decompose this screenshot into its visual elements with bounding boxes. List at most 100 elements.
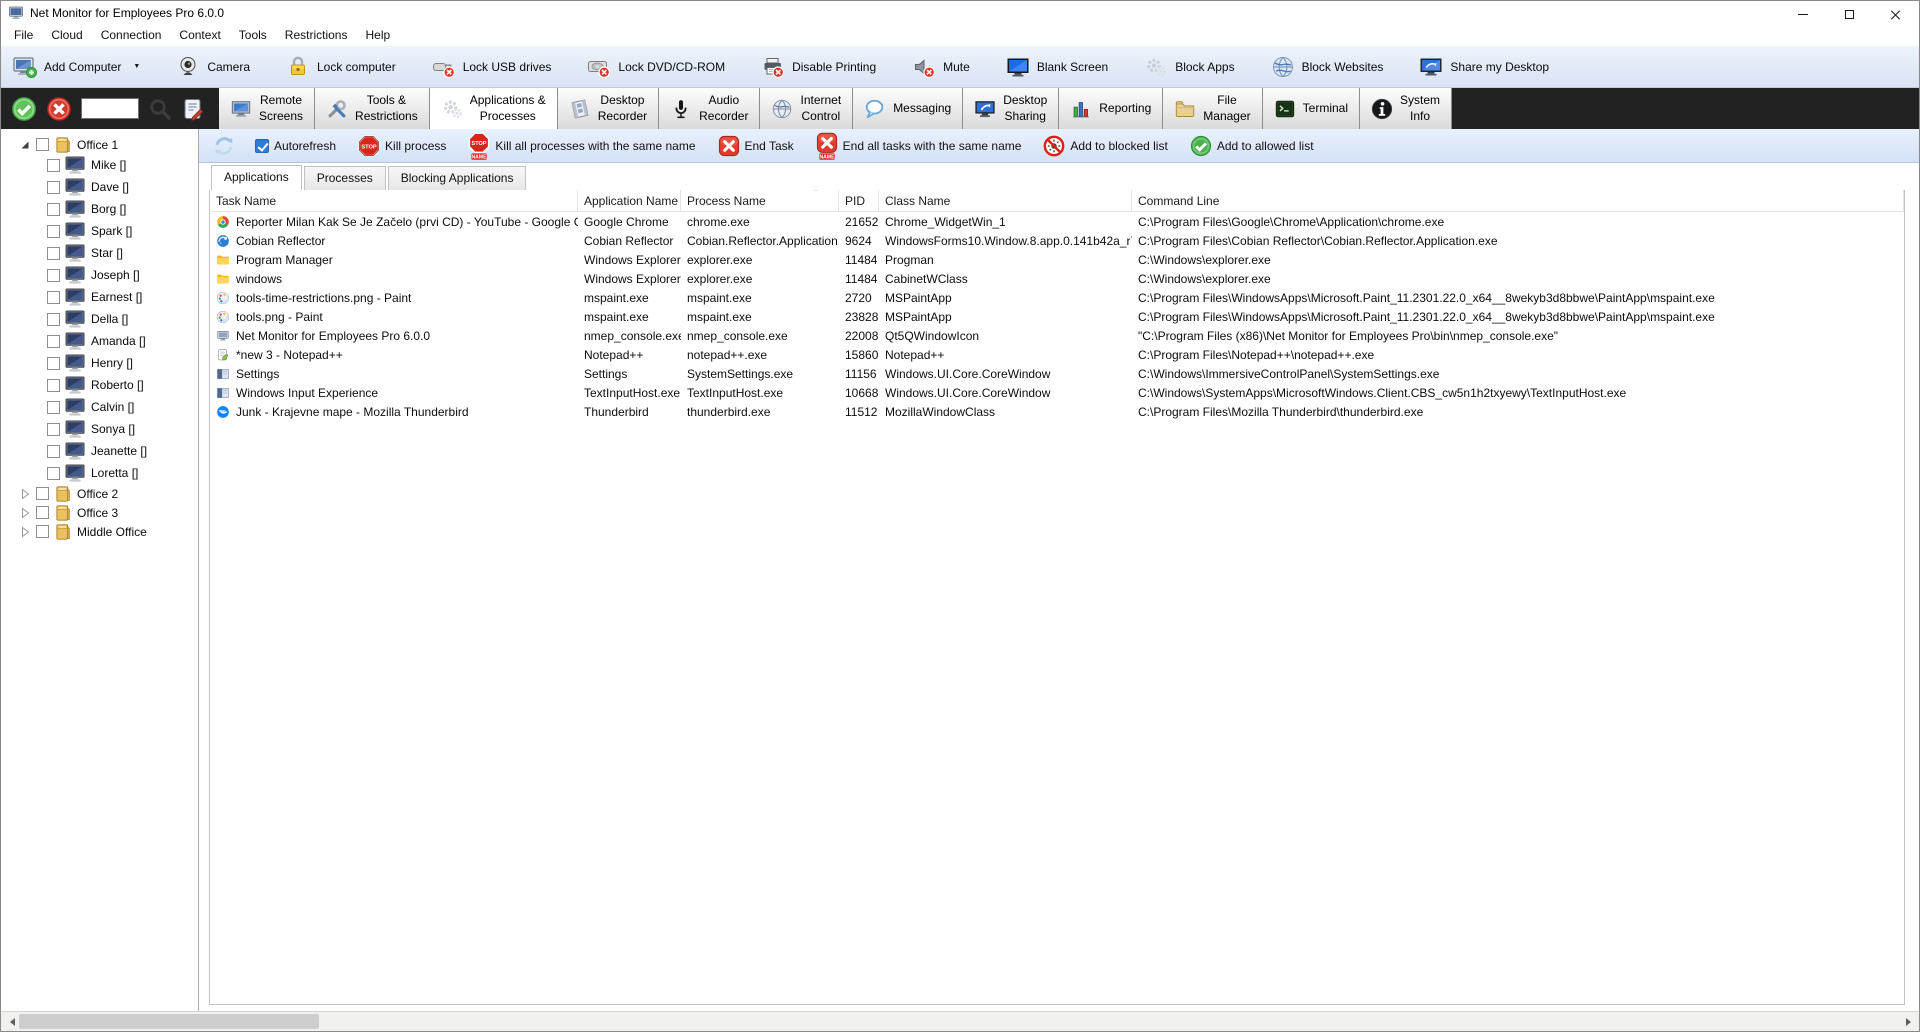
tree-item-joseph[interactable]: Joseph [] <box>1 264 198 286</box>
tab-messaging[interactable]: Messaging <box>853 88 963 129</box>
toolbar-lock-computer[interactable]: Lock computer <box>286 55 396 79</box>
kill-all-processes-with-the-same-name-button[interactable]: STOPNAMEKill all processes with the same… <box>468 132 695 160</box>
toolbar-lock-usb-drives[interactable]: Lock USB drives <box>432 55 552 79</box>
table-row[interactable]: tools-time-restrictions.png - Paintmspai… <box>210 288 1904 307</box>
horizontal-scrollbar[interactable] <box>1 1011 1919 1031</box>
toolbar-mute[interactable]: Mute <box>912 55 970 79</box>
table-row[interactable]: Windows Input ExperienceTextInputHost.ex… <box>210 383 1904 402</box>
scroll-right-arrow-icon[interactable] <box>1901 1012 1919 1031</box>
tab-internet-control[interactable]: InternetControl <box>760 88 853 129</box>
add-to-allowed-list-button[interactable]: Add to allowed list <box>1190 135 1314 157</box>
tree-item-earnest[interactable]: Earnest [] <box>1 286 198 308</box>
end-task-button[interactable]: End Task <box>718 135 794 157</box>
column-header-process-name[interactable]: Process Nameˆ <box>681 190 839 211</box>
tree-item-jeanette[interactable]: Jeanette [] <box>1 440 198 462</box>
tab-tools-restrictions[interactable]: Tools &Restrictions <box>315 88 430 129</box>
tree-checkbox[interactable] <box>47 269 60 282</box>
tree-group-office-1[interactable]: Office 1 <box>1 135 198 154</box>
close-button[interactable] <box>1872 1 1918 28</box>
toolbar-disable-printing[interactable]: Disable Printing <box>761 55 876 79</box>
end-all-tasks-with-the-same-name-button[interactable]: NAMEEnd all tasks with the same name <box>816 132 1022 160</box>
subtab-blocking-applications[interactable]: Blocking Applications <box>388 166 527 190</box>
column-header-pid[interactable]: PID <box>839 190 879 211</box>
tree-checkbox[interactable] <box>36 525 49 538</box>
dropdown-arrow-icon[interactable]: ▼ <box>133 63 140 70</box>
tree-item-loretta[interactable]: Loretta [] <box>1 462 198 484</box>
tab-applications-processes[interactable]: Applications &Processes <box>430 88 558 129</box>
table-row[interactable]: Junk - Krajevne mape - Mozilla Thunderbi… <box>210 402 1904 421</box>
search-icon[interactable] <box>148 97 172 121</box>
tab-terminal[interactable]: Terminal <box>1263 88 1360 129</box>
subtab-applications[interactable]: Applications <box>211 165 302 190</box>
table-row[interactable]: SettingsSettingsSystemSettings.exe11156W… <box>210 364 1904 383</box>
toolbar-camera[interactable]: Camera <box>176 55 250 79</box>
tree-checkbox[interactable] <box>47 313 60 326</box>
tree-group-office-2[interactable]: Office 2 <box>1 484 198 503</box>
connect-button[interactable] <box>11 96 37 122</box>
tree-item-spark[interactable]: Spark [] <box>1 220 198 242</box>
tree-expander-closed-icon[interactable] <box>19 507 31 519</box>
column-header-command-line[interactable]: Command Line <box>1132 190 1904 211</box>
tree-checkbox[interactable] <box>47 181 60 194</box>
toolbar-lock-dvd-cd-rom[interactable]: Lock DVD/CD-ROM <box>587 55 725 79</box>
menu-tools[interactable]: Tools <box>230 25 276 45</box>
tree-group-middle-office[interactable]: Middle Office <box>1 522 198 541</box>
kill-process-button[interactable]: STOPKill process <box>358 135 446 157</box>
menu-connection[interactable]: Connection <box>92 25 171 45</box>
minimize-button[interactable] <box>1780 1 1826 28</box>
tree-item-amanda[interactable]: Amanda [] <box>1 330 198 352</box>
menu-file[interactable]: File <box>5 25 42 45</box>
column-header-class-name[interactable]: Class Name <box>879 190 1132 211</box>
scroll-thumb[interactable] <box>19 1014 319 1029</box>
tree-checkbox[interactable] <box>47 357 60 370</box>
tree-checkbox[interactable] <box>47 291 60 304</box>
tree-checkbox[interactable] <box>47 379 60 392</box>
tree-item-star[interactable]: Star [] <box>1 242 198 264</box>
toolbar-share-my-desktop[interactable]: Share my Desktop <box>1419 55 1549 79</box>
tree-checkbox[interactable] <box>47 203 60 216</box>
tab-system-info[interactable]: SystemInfo <box>1360 88 1452 129</box>
menu-context[interactable]: Context <box>170 25 229 45</box>
tree-checkbox[interactable] <box>47 467 60 480</box>
tree-item-della[interactable]: Della [] <box>1 308 198 330</box>
edit-log-icon[interactable] <box>181 97 205 121</box>
tree-checkbox[interactable] <box>36 487 49 500</box>
table-row[interactable]: Cobian ReflectorCobian ReflectorCobian.R… <box>210 231 1904 250</box>
autorefresh-checkbox[interactable] <box>255 139 269 153</box>
tree-item-mike[interactable]: Mike [] <box>1 154 198 176</box>
menu-help[interactable]: Help <box>356 25 399 45</box>
tree-item-henry[interactable]: Henry [] <box>1 352 198 374</box>
tab-file-manager[interactable]: FileManager <box>1163 88 1262 129</box>
table-row[interactable]: Net Monitor for Employees Pro 6.0.0nmep_… <box>210 326 1904 345</box>
tree-checkbox[interactable] <box>47 159 60 172</box>
tree-expander-closed-icon[interactable] <box>19 526 31 538</box>
table-row[interactable]: tools.png - Paintmspaint.exemspaint.exe2… <box>210 307 1904 326</box>
menu-restrictions[interactable]: Restrictions <box>276 25 357 45</box>
tree-checkbox[interactable] <box>47 423 60 436</box>
column-header-application-name[interactable]: Application Name <box>578 190 681 211</box>
autorefresh-toggle[interactable]: Autorefresh <box>255 139 336 153</box>
tree-checkbox[interactable] <box>36 138 49 151</box>
table-row[interactable]: Reporter Milan Kak Se Je Začelo (prvi CD… <box>210 212 1904 231</box>
tree-item-roberto[interactable]: Roberto [] <box>1 374 198 396</box>
tree-item-borg[interactable]: Borg [] <box>1 198 198 220</box>
subtab-processes[interactable]: Processes <box>304 166 386 190</box>
table-row[interactable]: Program ManagerWindows Explorerexplorer.… <box>210 250 1904 269</box>
toolbar-blank-screen[interactable]: Blank Screen <box>1006 55 1108 79</box>
tree-checkbox[interactable] <box>36 506 49 519</box>
menu-cloud[interactable]: Cloud <box>42 25 91 45</box>
maximize-button[interactable] <box>1826 1 1872 28</box>
toolbar-block-websites[interactable]: Block Websites <box>1271 55 1384 79</box>
refresh-icon[interactable] <box>211 133 237 159</box>
tree-expander-closed-icon[interactable] <box>19 488 31 500</box>
tree-item-dave[interactable]: Dave [] <box>1 176 198 198</box>
search-input[interactable] <box>81 98 139 119</box>
scroll-left-arrow-icon[interactable] <box>1 1012 19 1031</box>
tree-item-sonya[interactable]: Sonya [] <box>1 418 198 440</box>
tree-group-office-3[interactable]: Office 3 <box>1 503 198 522</box>
disconnect-button[interactable] <box>46 96 72 122</box>
tree-checkbox[interactable] <box>47 335 60 348</box>
tree-checkbox[interactable] <box>47 445 60 458</box>
tree-checkbox[interactable] <box>47 401 60 414</box>
tab-remote-screens[interactable]: RemoteScreens <box>219 88 315 129</box>
